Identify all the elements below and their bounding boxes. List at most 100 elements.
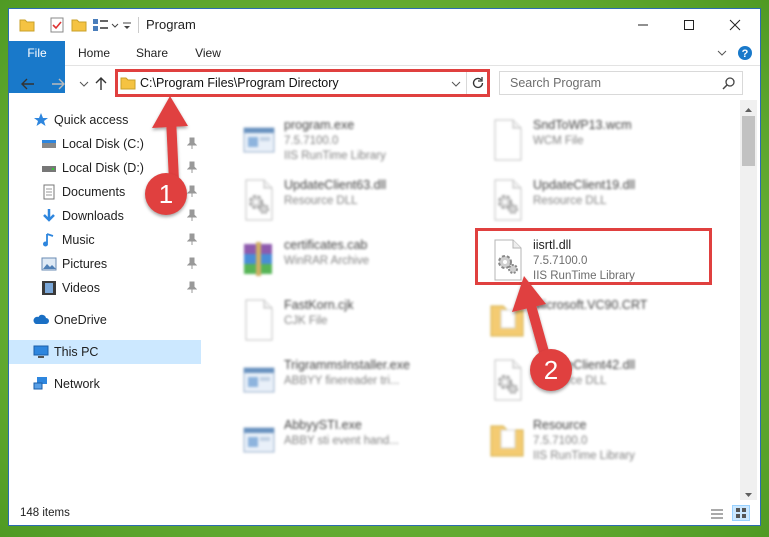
sidebar-item-music[interactable]: Music (9, 228, 201, 252)
file-item[interactable]: UpdateClient63.dll Resource DLL (238, 174, 478, 226)
folder-icon (487, 418, 527, 462)
ribbon: File Home Share View ? (9, 41, 760, 93)
dll-gear-icon (487, 178, 527, 222)
sidebar-item-quick-access[interactable]: Quick access (9, 108, 201, 132)
help-icon[interactable]: ? (737, 45, 753, 64)
customize-toolbar-icon[interactable] (122, 17, 132, 36)
dll-gear-icon (487, 358, 527, 402)
cloud-icon (33, 312, 49, 328)
network-icon (33, 376, 49, 392)
file-description: IIS RunTime Library (284, 150, 386, 162)
pin-icon (186, 281, 198, 293)
tab-home[interactable]: Home (71, 41, 117, 65)
sidebar-item-onedrive[interactable]: OneDrive (9, 308, 201, 332)
navigation-bar: C:\Program Files\Program Directory (9, 66, 760, 100)
download-icon (41, 208, 57, 224)
sidebar-item-label: Network (54, 377, 100, 391)
close-icon (729, 19, 741, 31)
sidebar-item-label: Documents (62, 185, 126, 199)
view-options-icon[interactable] (92, 17, 122, 36)
drive-icon (41, 136, 57, 152)
sidebar-item-videos[interactable]: Videos (9, 276, 201, 300)
tab-share[interactable]: Share (129, 41, 175, 65)
search-input[interactable] (508, 75, 712, 91)
forward-button[interactable] (49, 75, 67, 93)
pictures-icon (41, 256, 57, 272)
file-detail: Resource DLL (533, 195, 607, 207)
expand-ribbon-icon[interactable] (716, 47, 728, 62)
sidebar-item-this-pc[interactable]: This PC (9, 340, 201, 364)
pin-icon (186, 185, 198, 197)
minimize-button[interactable] (620, 9, 666, 41)
file-item[interactable]: Microsoft.VC90.CRT (487, 294, 727, 346)
window-title: Program (146, 17, 196, 32)
sidebar-item-network[interactable]: Network (9, 372, 201, 396)
file-name: UpdateClient63.dll (284, 178, 387, 192)
file-item[interactable]: FastKorn.cjk CJK File (238, 294, 478, 346)
sidebar-item-label: Pictures (62, 257, 108, 271)
drive-icon (41, 160, 57, 176)
scroll-down-icon[interactable] (744, 488, 753, 502)
sidebar-item-label: Videos (62, 281, 100, 295)
sidebar-item-label: Local Disk (C:) (62, 137, 144, 151)
file-detail: 7.5.7100.0 (533, 435, 588, 447)
chevron-down-icon (79, 81, 89, 87)
forward-arrow-icon (52, 78, 65, 90)
tab-view[interactable]: View (185, 41, 231, 65)
file-detail: 7.5.7100.0 (284, 135, 339, 147)
file-item[interactable]: TrigrammsInstaller.exe ABBYY finereader t… (238, 354, 478, 406)
large-icons-view-icon[interactable] (732, 505, 750, 521)
search-icon[interactable] (722, 76, 736, 93)
sidebar-item-label: OneDrive (54, 313, 107, 327)
file-item[interactable]: SndToWP13.wcm WCM File (487, 114, 727, 166)
file-detail: WinRAR Archive (284, 255, 369, 267)
file-list: program.exe 7.5.7100.0 IIS RunTime Library… (204, 100, 740, 500)
computer-icon (33, 344, 49, 360)
file-name: program.exe (284, 118, 355, 132)
sidebar-item-local-disk-c[interactable]: Local Disk (C:) (9, 132, 201, 156)
winrar-icon (238, 238, 278, 282)
close-button[interactable] (712, 9, 758, 41)
file-detail: ABBY sti event hand... (284, 435, 399, 447)
file-name: SndToWP13.wcm (533, 118, 632, 132)
scroll-up-icon[interactable] (744, 103, 753, 117)
folder-icon[interactable] (19, 17, 35, 36)
blank-file-icon (487, 118, 527, 162)
sidebar-item-label: This PC (54, 345, 99, 359)
file-detail: WCM File (533, 135, 584, 147)
file-detail: ABBYY finereader tri... (284, 375, 400, 387)
details-view-icon[interactable] (710, 507, 724, 524)
pin-icon (186, 209, 198, 221)
file-item[interactable]: Resource 7.5.7100.0 IIS RunTime Library (487, 414, 727, 466)
file-item[interactable]: UpdateClient19.dll Resource DLL (487, 174, 727, 226)
maximize-button[interactable] (666, 9, 712, 41)
back-button[interactable] (19, 75, 37, 93)
blank-file-icon (238, 298, 278, 342)
vertical-scrollbar[interactable] (740, 100, 757, 500)
new-folder-icon[interactable] (71, 17, 87, 36)
file-name: Resource (533, 418, 587, 432)
music-icon (41, 232, 57, 248)
sidebar-item-label: Music (62, 233, 95, 247)
file-item[interactable]: program.exe 7.5.7100.0 IIS RunTime Library (238, 114, 478, 166)
status-bar: 148 items (9, 503, 760, 525)
file-item[interactable]: AbbyySTI.exe ABBY sti event hand... (238, 414, 478, 466)
pin-icon (186, 161, 198, 173)
up-button[interactable] (92, 75, 110, 93)
search-box[interactable] (499, 71, 743, 95)
step-1-callout: 1 (145, 173, 187, 215)
file-item[interactable]: certificates.cab WinRAR Archive (238, 234, 478, 286)
file-name: certificates.cab (284, 238, 368, 252)
file-item[interactable]: UpdateClient42.dll Resource DLL (487, 354, 727, 406)
pin-icon (186, 137, 198, 149)
sidebar-item-label: Downloads (62, 209, 124, 223)
scroll-thumb[interactable] (742, 116, 755, 166)
file-name: Microsoft.VC90.CRT (533, 298, 648, 312)
item-count: 148 items (20, 507, 70, 519)
sidebar-item-pictures[interactable]: Pictures (9, 252, 201, 276)
exe-icon (238, 358, 278, 402)
sidebar-item-label: Quick access (54, 113, 129, 127)
recent-locations-button[interactable] (75, 75, 93, 93)
properties-icon[interactable] (49, 17, 65, 36)
file-name: TrigrammsInstaller.exe (284, 358, 410, 372)
